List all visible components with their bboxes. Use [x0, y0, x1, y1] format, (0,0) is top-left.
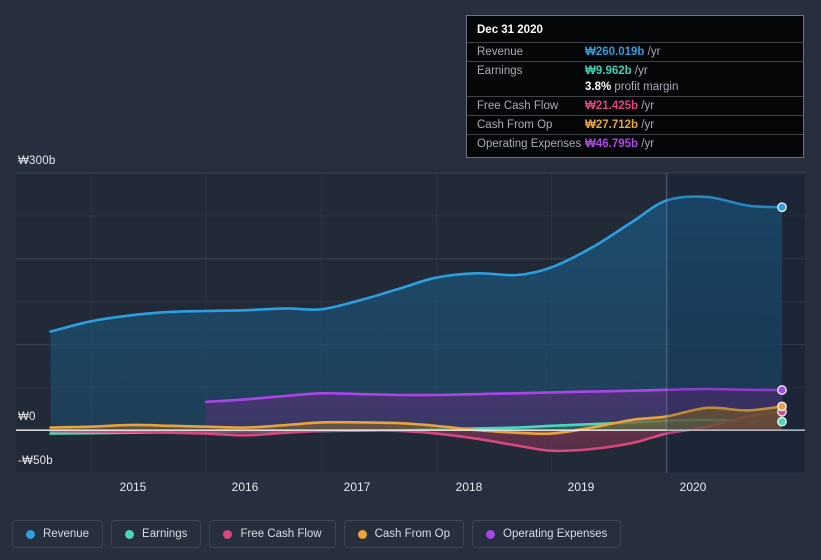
tooltip-date: Dec 31 2020 — [477, 24, 543, 36]
legend-dot-operating-expenses-icon — [486, 529, 496, 539]
tooltip-amount-cash-from-op: ₩27.712b — [585, 119, 639, 131]
tooltip-value-cash-from-op: ₩27.712b /yr — [585, 119, 654, 131]
tooltip-row-operating-expenses: Operating Expenses ₩46.795b /yr — [467, 134, 803, 153]
tooltip-value-profit-margin: 3.8% profit margin — [585, 81, 678, 93]
legend-item-revenue[interactable]: Revenue — [12, 520, 104, 548]
tooltip-unit-profit-margin: profit margin — [614, 81, 679, 93]
tooltip-value-free-cash-flow: ₩21.425b /yr — [585, 100, 654, 112]
legend-dot-earnings-icon — [125, 529, 135, 539]
legend-item-cash-from-op[interactable]: Cash From Op — [343, 520, 465, 548]
tooltip-unit-free-cash-flow: /yr — [641, 100, 655, 112]
x-axis-tick-2016: 2016 — [231, 480, 259, 494]
tooltip-amount-earnings: ₩9.962b — [585, 65, 632, 77]
chart-page: ₩300b ₩0 -₩50b 2015 2016 2017 2018 2019 … — [0, 0, 821, 560]
chart-legend: Revenue Earnings Free Cash Flow Cash Fro… — [12, 520, 622, 548]
tooltip-row-cash-from-op: Cash From Op ₩27.712b /yr — [467, 115, 803, 134]
tooltip-amount-profit-margin: 3.8% — [585, 81, 612, 93]
legend-item-free-cash-flow[interactable]: Free Cash Flow — [209, 520, 336, 548]
tooltip-row-earnings: Earnings ₩9.962b /yr — [467, 61, 803, 80]
legend-dot-cash-from-op-icon — [357, 529, 367, 539]
y-axis-label-top: ₩300b — [18, 155, 56, 167]
y-axis-label-zero: ₩0 — [18, 411, 36, 423]
hover-tooltip: Dec 31 2020 Revenue ₩260.019b /yr Earnin… — [466, 15, 804, 158]
tooltip-label-operating-expenses: Operating Expenses — [477, 138, 582, 150]
legend-label-earnings: Earnings — [142, 528, 188, 540]
tooltip-value-revenue: ₩260.019b /yr — [585, 46, 660, 58]
tooltip-unit-cash-from-op: /yr — [641, 119, 655, 131]
tooltip-amount-free-cash-flow: ₩21.425b — [585, 100, 639, 112]
legend-item-earnings[interactable]: Earnings — [111, 520, 202, 548]
tooltip-value-operating-expenses: ₩46.795b /yr — [585, 138, 654, 150]
x-axis-tick-2015: 2015 — [119, 480, 147, 494]
x-axis-tick-2020: 2020 — [679, 480, 707, 494]
tooltip-label-free-cash-flow: Free Cash Flow — [477, 100, 559, 112]
tooltip-unit-operating-expenses: /yr — [641, 138, 655, 150]
tooltip-row-free-cash-flow: Free Cash Flow ₩21.425b /yr — [467, 96, 803, 115]
legend-label-free-cash-flow: Free Cash Flow — [240, 528, 322, 540]
tooltip-unit-revenue: /yr — [647, 46, 661, 58]
tooltip-value-earnings: ₩9.962b /yr — [585, 65, 648, 77]
legend-label-revenue: Revenue — [43, 528, 90, 540]
tooltip-amount-operating-expenses: ₩46.795b — [585, 138, 639, 150]
tooltip-label-cash-from-op: Cash From Op — [477, 119, 553, 131]
tooltip-label-earnings: Earnings — [477, 65, 523, 77]
legend-dot-revenue-icon — [26, 529, 35, 539]
x-axis-tick-2018: 2018 — [455, 480, 483, 494]
x-axis-tick-2019: 2019 — [567, 480, 595, 494]
legend-label-cash-from-op: Cash From Op — [374, 528, 451, 540]
tooltip-amount-revenue: ₩260.019b — [585, 46, 645, 58]
legend-item-operating-expenses[interactable]: Operating Expenses — [472, 520, 622, 548]
legend-label-operating-expenses: Operating Expenses — [503, 528, 608, 540]
tooltip-unit-earnings: /yr — [634, 65, 648, 77]
tooltip-row-revenue: Revenue ₩260.019b /yr — [467, 42, 803, 61]
tooltip-label-revenue: Revenue — [477, 46, 524, 58]
x-axis-tick-2017: 2017 — [343, 480, 371, 494]
tooltip-row-profit-margin: 3.8% profit margin — [467, 80, 803, 96]
legend-dot-free-cash-flow-icon — [223, 529, 233, 539]
y-axis-label-bottom: -₩50b — [18, 455, 53, 467]
